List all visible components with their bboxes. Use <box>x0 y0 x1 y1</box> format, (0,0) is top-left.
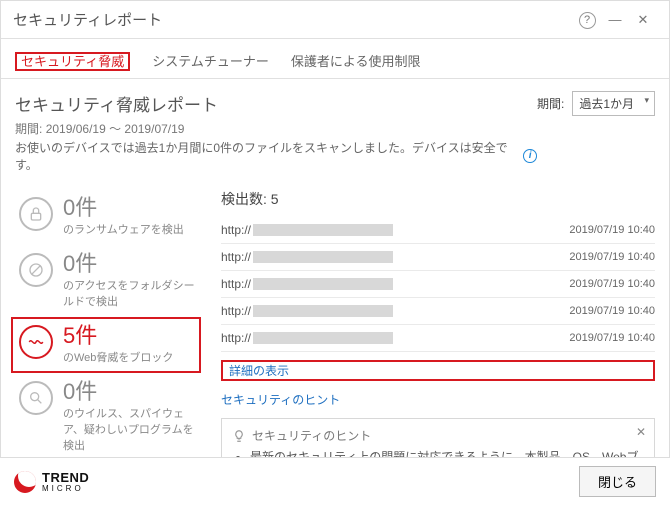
magnifier-icon <box>19 381 53 415</box>
card-web-threats[interactable]: 5件 のWeb脅威をブロック <box>11 317 201 373</box>
trend-micro-icon <box>14 471 36 493</box>
detection-time: 2019/07/19 10:40 <box>569 251 655 263</box>
detection-url: http:// <box>221 277 393 291</box>
detection-url: http:// <box>221 331 393 345</box>
period-line: 期間: 2019/06/19 ～ 2019/07/19 <box>15 120 537 137</box>
card-desc: のウイルス、スパイウェア、疑わしいプログラムを検出 <box>63 405 197 453</box>
tab-system-tuner[interactable]: システムチューナー <box>150 47 271 78</box>
window-title: セキュリティレポート <box>13 9 573 30</box>
blocked-icon <box>19 253 53 287</box>
card-virus[interactable]: 0件 のウイルス、スパイウェア、疑わしいプログラムを検出 <box>15 373 201 461</box>
detection-row: http:// 2019/07/19 10:40 <box>221 271 655 298</box>
detection-row: http:// 2019/07/19 10:40 <box>221 298 655 325</box>
hint-title-row: セキュリティのヒント <box>232 427 644 444</box>
detection-time: 2019/07/19 10:40 <box>569 224 655 236</box>
tab-bar: セキュリティ脅威 システムチューナー 保護者による使用制限 <box>1 39 669 79</box>
detection-row: http:// 2019/07/19 10:40 <box>221 244 655 271</box>
minimize-icon[interactable]: — <box>601 12 629 27</box>
card-count: 0件 <box>63 381 197 403</box>
main-area: 0件 のランサムウェアを検出 0件 のアクセスをフォルダシールドで検出 5件 の… <box>1 177 669 473</box>
detection-row: http:// 2019/07/19 10:40 <box>221 325 655 352</box>
wave-icon <box>19 325 53 359</box>
card-count: 5件 <box>63 325 173 347</box>
detection-panel: 検出数: 5 http:// 2019/07/19 10:40 http:// … <box>201 177 655 473</box>
brand-logo: TREND MICRO <box>14 471 89 493</box>
help-icon[interactable]: ? <box>573 11 601 29</box>
card-count: 0件 <box>63 253 197 275</box>
card-folder-shield[interactable]: 0件 のアクセスをフォルダシールドで検出 <box>15 245 201 317</box>
detection-url: http:// <box>221 304 393 318</box>
titlebar: セキュリティレポート ? — ✕ <box>1 1 669 39</box>
show-details-link[interactable]: 詳細の表示 <box>221 360 655 381</box>
scan-summary: お使いのデバイスでは過去1か月間に0件のファイルをスキャンしました。デバイスは安… <box>15 139 537 173</box>
card-desc: のアクセスをフォルダシールドで検出 <box>63 277 197 309</box>
detection-time: 2019/07/19 10:40 <box>569 332 655 344</box>
hint-close-icon[interactable]: ✕ <box>636 425 646 439</box>
card-desc: のランサムウェアを検出 <box>63 221 184 237</box>
report-header: セキュリティ脅威レポート 期間: 2019/06/19 ～ 2019/07/19… <box>1 79 669 177</box>
category-sidebar: 0件 のランサムウェアを検出 0件 のアクセスをフォルダシールドで検出 5件 の… <box>15 177 201 473</box>
footer: TREND MICRO 閉じる <box>0 457 670 505</box>
report-title: セキュリティ脅威レポート <box>15 91 537 116</box>
lock-icon <box>19 197 53 231</box>
detection-row: http:// 2019/07/19 10:40 <box>221 217 655 244</box>
detection-time: 2019/07/19 10:40 <box>569 305 655 317</box>
tab-security-threats[interactable]: セキュリティ脅威 <box>13 47 132 78</box>
info-icon[interactable]: i <box>523 149 537 163</box>
card-ransomware[interactable]: 0件 のランサムウェアを検出 <box>15 189 201 245</box>
lightbulb-icon <box>232 429 246 443</box>
period-select[interactable]: 過去1か月 <box>572 91 655 116</box>
period-label: 期間: <box>537 95 564 112</box>
card-desc: のWeb脅威をブロック <box>63 349 173 365</box>
close-button[interactable]: 閉じる <box>579 466 656 497</box>
card-count: 0件 <box>63 197 184 219</box>
tab-parental-controls[interactable]: 保護者による使用制限 <box>289 47 423 78</box>
detection-heading: 検出数: 5 <box>221 189 655 209</box>
detection-url: http:// <box>221 250 393 264</box>
detection-time: 2019/07/19 10:40 <box>569 278 655 290</box>
detection-url: http:// <box>221 223 393 237</box>
security-hint-link[interactable]: セキュリティのヒント <box>221 391 655 408</box>
close-icon[interactable]: ✕ <box>629 12 657 28</box>
